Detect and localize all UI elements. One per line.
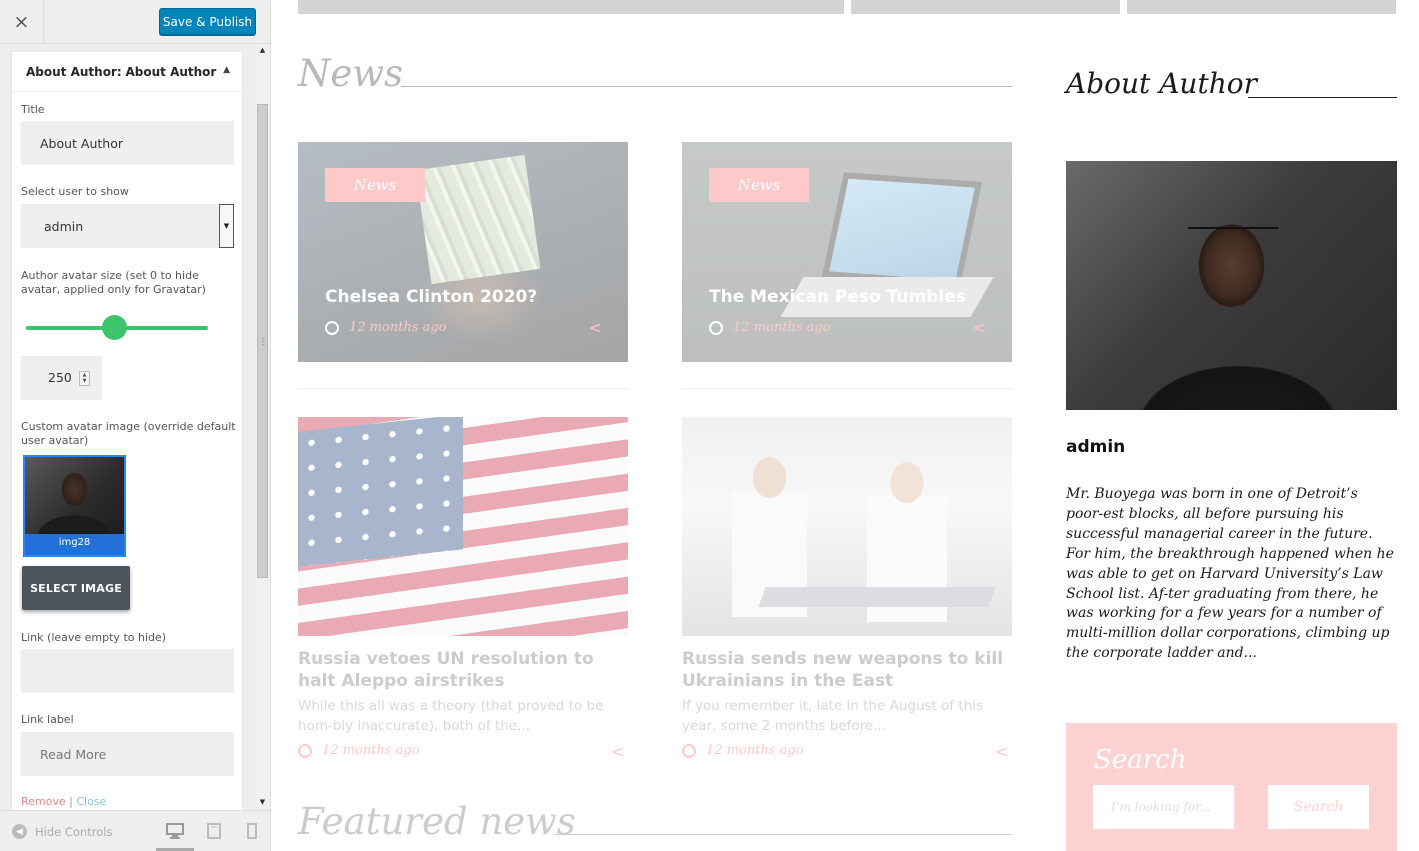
title-label: Title	[21, 103, 45, 116]
photo-table	[758, 587, 996, 607]
card-title[interactable]: Chelsea Clinton 2020?	[325, 287, 537, 307]
card-separator	[682, 388, 1012, 389]
avatar-size-slider-handle[interactable]	[102, 315, 127, 340]
avatar-thumbnail-image	[25, 457, 124, 534]
clock-icon	[682, 743, 696, 758]
remove-link[interactable]: Remove	[21, 795, 66, 808]
flag-stars	[298, 417, 463, 567]
post-time: 12 months ago	[682, 743, 804, 758]
link-label-input[interactable]: Read More	[21, 732, 234, 776]
share-icon[interactable]: <	[973, 318, 986, 337]
tablet-icon[interactable]	[205, 823, 223, 839]
author-bio: Mr. Buoyega was born in one of Detroit’s…	[1066, 486, 1394, 662]
news-heading: News	[298, 52, 403, 95]
spinner-arrows-icon[interactable]: ▲ ▼	[79, 371, 90, 386]
customizer-header: × Save & Publish	[0, 0, 270, 44]
widget-actions: Remove | Close	[21, 795, 106, 808]
author-avatar-glasses	[1188, 227, 1278, 239]
close-link[interactable]: Close	[76, 795, 106, 808]
triangle-up-icon[interactable]: ▲	[223, 65, 230, 75]
clock-icon	[298, 743, 312, 758]
about-author-widget: About Author: About Author ▲ Title About…	[11, 51, 243, 810]
link-label-label: Link label	[21, 713, 74, 726]
widget-title-instance: About Author	[125, 65, 217, 79]
desktop-icon[interactable]	[166, 823, 184, 839]
post-image[interactable]	[682, 417, 1012, 636]
scrollbar-thumb[interactable]: ---	[257, 104, 268, 578]
search-button[interactable]: Search	[1268, 785, 1369, 829]
card-title[interactable]: The Mexican Peso Tumbles	[709, 287, 966, 307]
site-preview: News News Chelsea Clinton 2020? 12 month…	[271, 0, 1419, 851]
customizer-panel: About Author: About Author ▲ Title About…	[0, 44, 270, 810]
widget-header[interactable]: About Author: About Author ▲	[12, 52, 242, 92]
grip-icon: ---	[262, 334, 265, 349]
top-image-strip	[298, 0, 844, 14]
post-time-text: 12 months ago	[706, 743, 804, 758]
clock-icon	[325, 320, 339, 335]
close-icon[interactable]: ×	[0, 0, 44, 44]
mobile-icon[interactable]	[243, 823, 261, 839]
post-time: 12 months ago	[298, 743, 420, 758]
share-icon[interactable]: <	[995, 742, 1008, 761]
avatar-size-label: Author avatar size (set 0 to hide avatar…	[21, 269, 206, 296]
user-select-value: admin	[44, 218, 84, 234]
featured-card[interactable]: News Chelsea Clinton 2020? 12 months ago…	[298, 142, 628, 362]
customizer-footer: ◀ Hide Controls	[0, 810, 270, 851]
post-excerpt: If you remember it, late in the August o…	[682, 698, 984, 734]
search-input[interactable]: I’m looking for...	[1093, 785, 1234, 829]
link-label: Link (leave empty to hide)	[21, 631, 167, 644]
actions-separator: |	[69, 795, 73, 808]
card-time-text: 12 months ago	[349, 320, 447, 335]
clock-icon	[709, 320, 723, 335]
share-icon[interactable]: <	[589, 318, 602, 337]
hide-controls-button[interactable]: ◀ Hide Controls	[12, 824, 112, 839]
card-time: 12 months ago	[325, 320, 447, 335]
arrow-left-circle-icon: ◀	[12, 824, 27, 839]
heading-divider	[555, 834, 1012, 835]
user-select-label: Select user to show	[21, 185, 129, 198]
author-avatar	[1066, 161, 1397, 410]
avatar-size-value: 250	[48, 370, 72, 385]
customizer-sidebar: × Save & Publish About Author: About Aut…	[0, 0, 271, 851]
featured-news-heading: Featured news	[298, 800, 576, 843]
save-publish-button[interactable]: Save & Publish	[159, 8, 256, 35]
scroll-down-icon[interactable]: ▼	[255, 796, 270, 808]
widget-title-prefix: About Author:	[26, 65, 122, 79]
title-input[interactable]: About Author	[21, 121, 234, 165]
category-badge[interactable]: News	[709, 168, 809, 202]
top-image-strip	[1127, 0, 1396, 14]
panel-scrollbar[interactable]: ▲ --- ▼	[255, 44, 270, 810]
widget-title: About Author: About Author	[26, 65, 216, 79]
post-time-text: 12 months ago	[322, 743, 420, 758]
share-icon[interactable]: <	[611, 742, 624, 761]
heading-divider	[1248, 97, 1397, 98]
card-time-text: 12 months ago	[733, 320, 831, 335]
scroll-up-icon[interactable]: ▲	[255, 44, 270, 56]
link-input[interactable]	[21, 649, 234, 693]
card-separator	[298, 388, 628, 389]
post-image[interactable]	[298, 417, 628, 636]
heading-divider	[401, 86, 1012, 87]
post-title[interactable]: Russia sends new weapons to kill Ukraini…	[682, 648, 1012, 692]
chevron-down-icon[interactable]: ▼	[219, 204, 234, 248]
avatar-file-name: img28	[58, 537, 91, 548]
post-excerpt: While this all was a theory (that proved…	[298, 698, 604, 734]
hide-controls-label: Hide Controls	[35, 824, 113, 839]
avatar-thumbnail[interactable]: img28	[23, 455, 126, 557]
search-title: Search	[1094, 745, 1187, 775]
author-name: admin	[1066, 437, 1126, 457]
card-image-money	[415, 154, 541, 285]
select-image-button[interactable]: SELECT IMAGE	[22, 566, 130, 610]
top-image-strip	[851, 0, 1120, 14]
search-widget: Search I’m looking for... Search	[1066, 723, 1397, 851]
about-author-heading: About Author	[1066, 67, 1257, 100]
card-image-laptop	[821, 172, 983, 287]
custom-avatar-label: Custom avatar image (override default us…	[21, 420, 236, 447]
card-time: 12 months ago	[709, 320, 831, 335]
featured-card[interactable]: News The Mexican Peso Tumbles 12 months …	[682, 142, 1012, 362]
category-badge[interactable]: News	[325, 168, 425, 202]
avatar-size-input[interactable]: 250 ▲ ▼	[21, 356, 102, 400]
post-title[interactable]: Russia vetoes UN resolution to halt Alep…	[298, 648, 628, 692]
user-select[interactable]: admin ▼	[21, 204, 234, 248]
